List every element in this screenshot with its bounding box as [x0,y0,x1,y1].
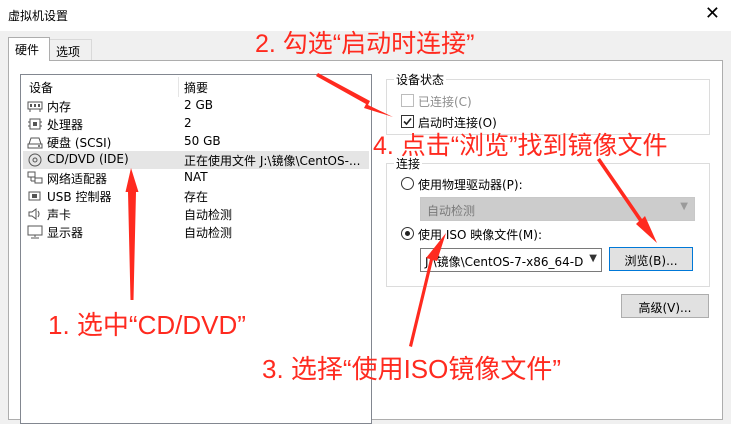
arrow-to-iso-radio [409,233,446,347]
annotation-step-1: 1. 选中“CD/DVD” [48,310,246,340]
annotation-step-4: 4. 点击“浏览”找到镜像文件 [373,132,668,160]
arrow-to-cd-dvd [125,168,139,300]
annotation-step-3: 3. 选择“使用ISO镜像文件” [262,354,562,384]
tab-hardware[interactable]: 硬件 [8,37,50,61]
annotation-step-2: 2. 勾选“启动时连接” [255,30,475,58]
arrow-to-power-on-checkbox [316,73,393,117]
arrow-to-browse [597,158,657,243]
